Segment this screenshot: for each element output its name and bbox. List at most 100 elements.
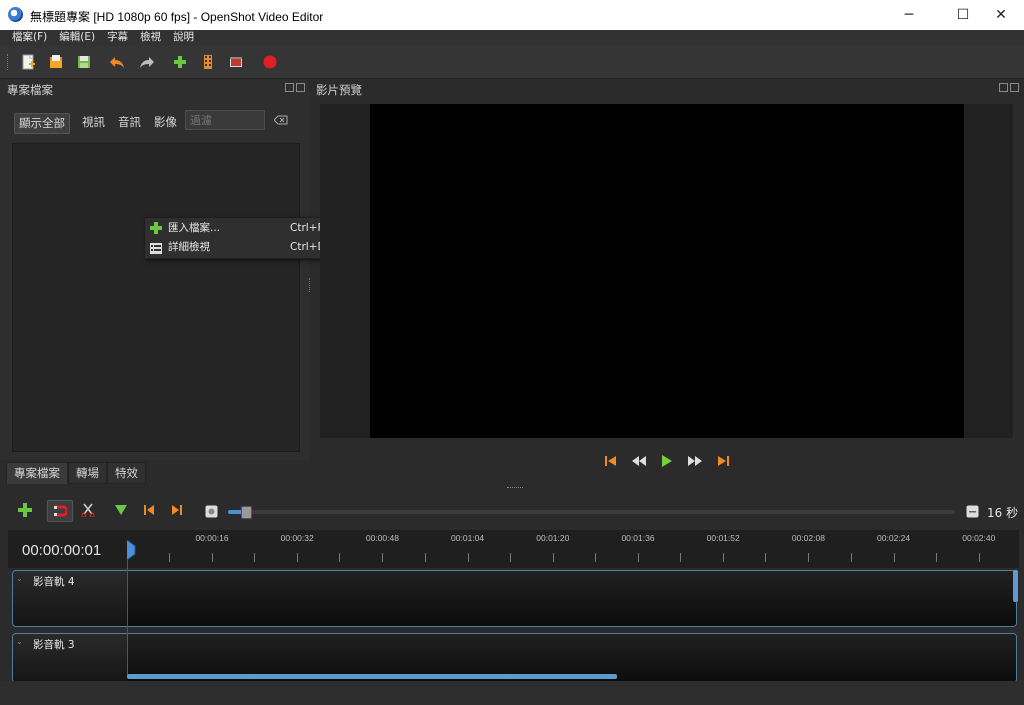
jump-start-icon[interactable] bbox=[600, 450, 622, 472]
jump-end-icon[interactable] bbox=[712, 450, 734, 472]
ruler-tick-label: 00:01:36 bbox=[621, 533, 655, 543]
timeline-horizontal-scrollbar[interactable] bbox=[127, 674, 617, 679]
preview-close-icon[interactable] bbox=[1010, 83, 1019, 92]
menu-help[interactable]: 說明 bbox=[167, 30, 200, 46]
tab-project-files[interactable]: 專案檔案 bbox=[6, 462, 68, 484]
horizontal-splitter-grip[interactable] bbox=[507, 487, 523, 490]
fullscreen-icon[interactable] bbox=[226, 52, 246, 72]
filter-video-button[interactable]: 視訊 bbox=[78, 113, 109, 132]
track-3-name: 影音軌 3 bbox=[33, 639, 75, 651]
play-icon[interactable] bbox=[656, 450, 678, 472]
ruler-tick-label: 00:02:40 bbox=[962, 533, 996, 543]
filter-search-input[interactable] bbox=[185, 110, 265, 130]
snapping-toggle-icon[interactable] bbox=[47, 500, 73, 522]
video-preview-title: 影片預覽 bbox=[316, 83, 362, 97]
rewind-icon[interactable] bbox=[628, 450, 650, 472]
zoom-slider-handle[interactable] bbox=[241, 506, 252, 519]
context-import-shortcut: Ctrl+F bbox=[290, 222, 324, 234]
track-4-name: 影音軌 4 bbox=[33, 576, 75, 588]
ruler-tick bbox=[723, 553, 725, 562]
open-project-icon[interactable] bbox=[46, 52, 66, 72]
context-import-files[interactable]: 匯入檔案... Ctrl+F bbox=[145, 219, 335, 238]
add-track-icon[interactable] bbox=[15, 500, 35, 520]
center-timeline-icon[interactable] bbox=[201, 501, 221, 521]
video-canvas bbox=[370, 104, 964, 438]
ruler-tick-label: 00:00:48 bbox=[365, 533, 399, 543]
context-import-label: 匯入檔案... bbox=[168, 222, 221, 234]
redo-icon[interactable] bbox=[137, 52, 157, 72]
ruler-tick bbox=[297, 553, 299, 562]
ruler-tick bbox=[935, 553, 937, 562]
timeline-vertical-scrollbar[interactable] bbox=[1013, 570, 1018, 602]
fast-forward-icon[interactable] bbox=[684, 450, 706, 472]
ruler-tick-label: 00:02:24 bbox=[877, 533, 911, 543]
ruler-tick bbox=[893, 553, 895, 562]
ruler-tick bbox=[595, 553, 596, 562]
ruler-tick-label: 00:00:32 bbox=[280, 533, 314, 543]
main-toolbar bbox=[0, 46, 1024, 79]
dock-close-icon[interactable] bbox=[296, 83, 305, 92]
track-4-collapse-icon[interactable]: ⌄ bbox=[16, 575, 23, 583]
playhead-handle-icon[interactable] bbox=[125, 539, 137, 561]
new-project-icon[interactable] bbox=[18, 52, 38, 72]
context-details-view[interactable]: 詳細檢視 Ctrl+D bbox=[145, 238, 335, 257]
files-filter-bar: 顯示全部 視訊 音訊 影像 bbox=[12, 110, 300, 134]
details-view-icon bbox=[150, 242, 162, 254]
ruler-tick bbox=[978, 553, 980, 562]
project-files-list[interactable] bbox=[12, 143, 300, 452]
preview-float-icon[interactable] bbox=[999, 83, 1008, 92]
ruler-tick bbox=[424, 553, 426, 562]
files-context-menu: 匯入檔案... Ctrl+F 詳細檢視 Ctrl+D bbox=[144, 217, 336, 259]
ruler-tick bbox=[680, 553, 682, 562]
zoom-slider-track[interactable] bbox=[228, 510, 955, 514]
track-4[interactable]: ⌄ 影音軌 4 bbox=[12, 570, 1017, 627]
tab-effects[interactable]: 特效 bbox=[107, 462, 146, 484]
ruler-tick bbox=[638, 553, 639, 562]
menu-file[interactable]: 檔案(F) bbox=[6, 30, 53, 46]
import-files-icon[interactable] bbox=[170, 52, 190, 72]
filter-audio-button[interactable]: 音訊 bbox=[114, 113, 145, 132]
clear-filter-icon[interactable] bbox=[273, 115, 288, 125]
filter-image-button[interactable]: 影像 bbox=[150, 113, 181, 132]
ruler-tick bbox=[212, 553, 213, 562]
menu-title[interactable]: 字幕 bbox=[101, 30, 134, 46]
openshot-logo-icon bbox=[8, 7, 23, 22]
zoom-out-icon[interactable] bbox=[962, 501, 982, 521]
timeline-ruler[interactable] bbox=[8, 530, 1019, 568]
toolbar-grip bbox=[7, 54, 11, 70]
ruler-tick-label: 00:01:52 bbox=[706, 533, 740, 543]
close-button[interactable]: ✕ bbox=[978, 0, 1024, 30]
ruler-tick bbox=[382, 553, 384, 562]
playhead-line bbox=[127, 560, 128, 678]
zoom-level-label: 16 秒 bbox=[987, 506, 1019, 520]
track-3-collapse-icon[interactable]: ⌄ bbox=[16, 638, 23, 646]
vertical-splitter-grip[interactable] bbox=[309, 278, 312, 292]
previous-marker-icon[interactable] bbox=[139, 500, 159, 520]
ruler-tick-label: 00:01:20 bbox=[536, 533, 570, 543]
menu-edit[interactable]: 編輯(E) bbox=[53, 30, 101, 46]
export-video-icon[interactable] bbox=[260, 52, 280, 72]
profile-icon[interactable] bbox=[198, 52, 218, 72]
next-marker-icon[interactable] bbox=[167, 500, 187, 520]
minimize-button[interactable]: ─ bbox=[886, 0, 932, 30]
tab-transitions[interactable]: 轉場 bbox=[68, 462, 107, 484]
context-details-label: 詳細檢視 bbox=[168, 241, 210, 253]
playback-controls bbox=[596, 450, 746, 472]
undo-icon[interactable] bbox=[107, 52, 127, 72]
add-marker-icon[interactable] bbox=[111, 500, 131, 520]
razor-icon[interactable] bbox=[78, 500, 98, 520]
menu-view[interactable]: 檢視 bbox=[134, 30, 167, 46]
ruler-tick bbox=[254, 553, 256, 562]
left-dock-tabs: 專案檔案 轉場 特效 bbox=[6, 462, 146, 484]
ruler-tick bbox=[552, 553, 554, 562]
track-4-body[interactable] bbox=[127, 571, 1016, 626]
timecode-display: 00:00:00:01 bbox=[22, 542, 102, 559]
ruler-tick bbox=[169, 553, 170, 562]
ruler-tick bbox=[339, 553, 341, 562]
ruler-tick bbox=[509, 553, 511, 562]
save-project-icon[interactable] bbox=[74, 52, 94, 72]
ruler-tick bbox=[467, 553, 469, 562]
dock-float-icon[interactable] bbox=[285, 83, 294, 92]
filter-show-all-button[interactable]: 顯示全部 bbox=[14, 113, 70, 134]
status-bar bbox=[0, 681, 1024, 705]
